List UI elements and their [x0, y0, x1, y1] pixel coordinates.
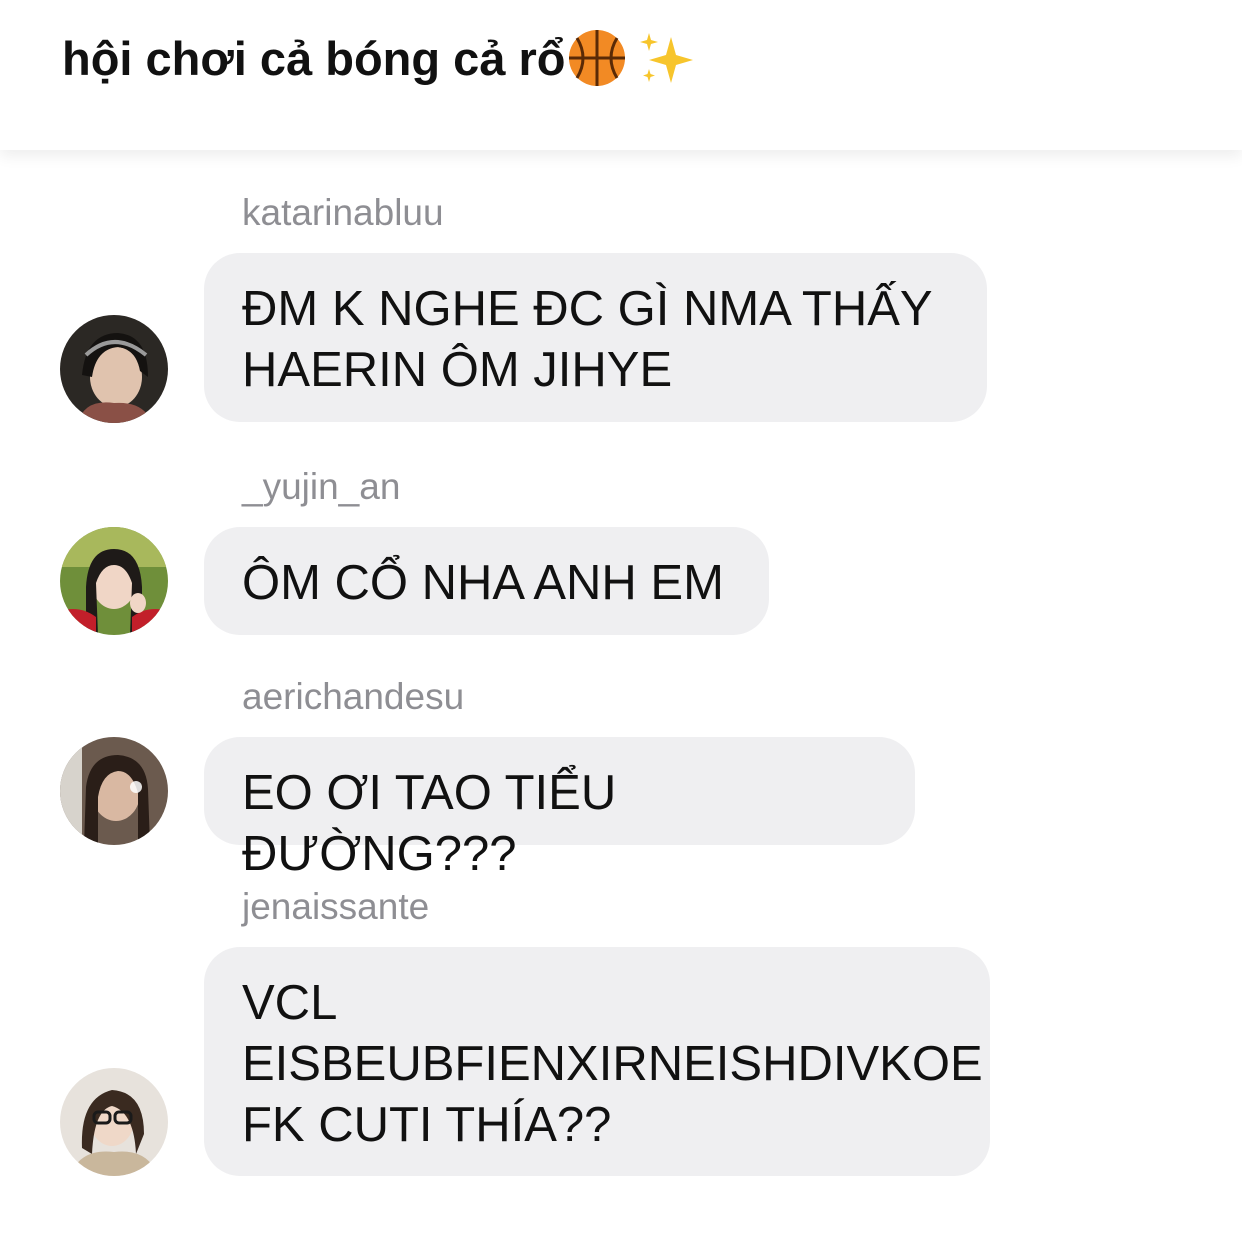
message-bubble[interactable]: ĐM K NGHE ĐC GÌ NMA THẤY HAERIN ÔM JIHYE — [204, 253, 987, 422]
message-username[interactable]: jenaissante — [242, 886, 429, 928]
message-bubble[interactable]: VCL EISBEUBFIENXIRNEISHDIVKOE FK CUTI TH… — [204, 947, 990, 1176]
message-bubble[interactable]: EO ƠI TAO TIỂU ĐƯỜNG??? — [204, 737, 915, 881]
message-bubble[interactable]: ÔM CỔ NHA ANH EM — [204, 527, 769, 635]
user-avatar[interactable] — [60, 737, 168, 845]
group-title[interactable]: hội chơi cả bóng cả rổ — [62, 28, 695, 88]
user-avatar[interactable] — [60, 527, 168, 635]
message-thread[interactable]: katarinabluu ĐM K NGHE ĐC GÌ NMA THẤY HA… — [0, 150, 1242, 1240]
message-username[interactable]: aerichandesu — [242, 676, 464, 718]
user-avatar[interactable] — [60, 1068, 168, 1176]
user-avatar[interactable] — [60, 315, 168, 423]
message-username[interactable]: katarinabluu — [242, 192, 444, 234]
basketball-icon — [567, 28, 627, 88]
group-title-text: hội chơi cả bóng cả rổ — [62, 31, 566, 85]
sparkles-icon — [637, 29, 695, 87]
message-username[interactable]: _yujin_an — [242, 466, 400, 508]
chat-header: hội chơi cả bóng cả rổ — [0, 0, 1242, 150]
